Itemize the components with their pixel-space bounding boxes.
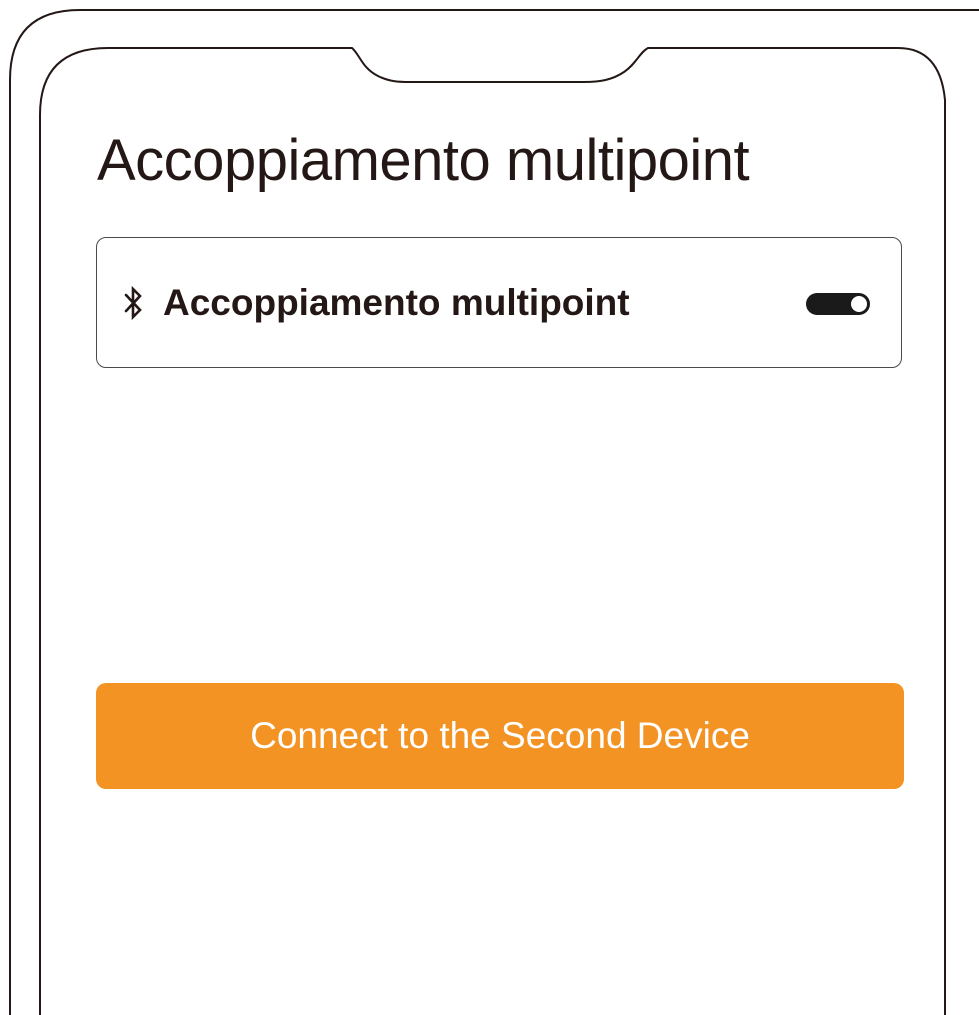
app-screen: Accoppiamento multipoint Accoppiamento m… [0, 0, 979, 1015]
multipoint-setting-label: Accoppiamento multipoint [163, 282, 630, 323]
page-title: Accoppiamento multipoint [97, 128, 750, 193]
connect-second-device-button[interactable]: Connect to the Second Device [96, 683, 904, 789]
bluetooth-icon [124, 286, 142, 320]
multipoint-setting-card: Accoppiamento multipoint [96, 237, 902, 368]
toggle-knob [849, 294, 869, 314]
multipoint-toggle[interactable] [806, 293, 870, 315]
